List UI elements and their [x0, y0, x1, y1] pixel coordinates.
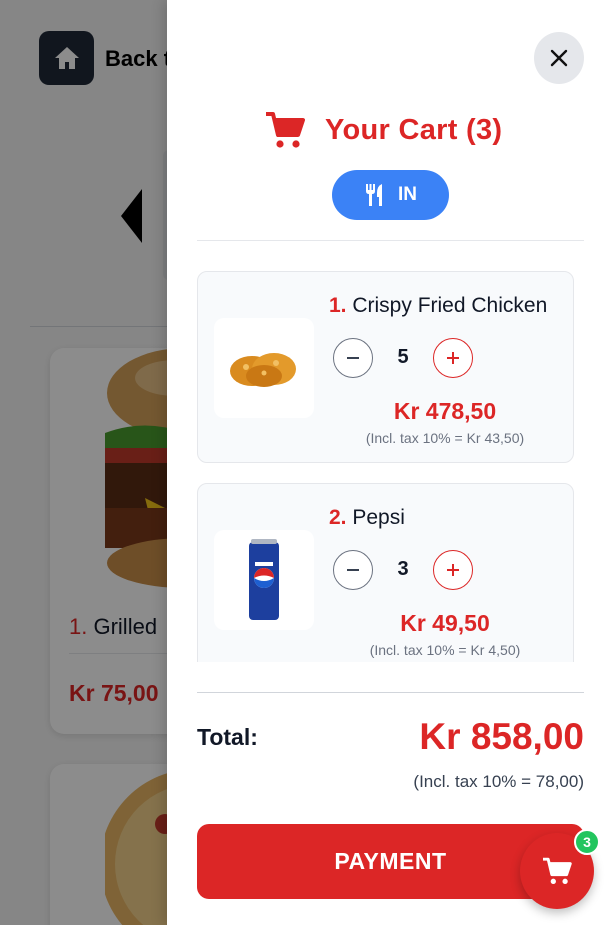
- pepsi-can-image: [249, 539, 279, 620]
- plus-icon: [447, 564, 459, 576]
- item-tax-note: (Incl. tax 10% = Kr 43,50): [365, 430, 525, 446]
- fried-chicken-image: [230, 353, 296, 387]
- cart-item: 1. Crispy Fried Chicken 5 Kr 478,50 (Inc…: [197, 271, 574, 463]
- cart-items-list[interactable]: 1. Crispy Fried Chicken 5 Kr 478,50 (Inc…: [197, 271, 577, 662]
- increase-quantity-button[interactable]: [433, 550, 473, 590]
- shopping-cart-icon: [543, 857, 572, 884]
- divider: [197, 240, 584, 241]
- item-image: [214, 530, 314, 630]
- fork-knife-icon: [366, 184, 382, 206]
- minus-icon: [347, 569, 359, 571]
- decrease-quantity-button[interactable]: [333, 550, 373, 590]
- total-label: Total:: [197, 724, 258, 750]
- item-quantity: 3: [397, 558, 409, 580]
- item-name: 2. Pepsi: [329, 506, 405, 529]
- cart-item: 2. Pepsi 3 Kr 49,50 (Incl. tax 10% = Kr …: [197, 483, 574, 662]
- shopping-cart-icon: [266, 112, 305, 148]
- item-name: 1. Crispy Fried Chicken: [329, 294, 548, 317]
- decrease-quantity-button[interactable]: [333, 338, 373, 378]
- item-quantity: 5: [397, 346, 409, 368]
- item-price: Kr 478,50: [393, 398, 497, 424]
- divider: [197, 692, 584, 693]
- cart-title: Your Cart (3): [325, 113, 503, 146]
- total-tax-note: (Incl. tax 10% = 78,00): [413, 772, 584, 791]
- increase-quantity-button[interactable]: [433, 338, 473, 378]
- close-button[interactable]: [534, 32, 584, 84]
- close-icon: [550, 49, 568, 67]
- cart-count-badge: 3: [574, 829, 600, 855]
- minus-icon: [347, 357, 359, 359]
- plus-icon: [447, 352, 459, 364]
- dine-in-toggle[interactable]: IN: [332, 170, 449, 220]
- dine-mode-label: IN: [398, 184, 417, 205]
- item-image: [214, 318, 314, 418]
- cart-header: Your Cart (3): [265, 106, 502, 154]
- total-value: Kr 858,00: [419, 716, 584, 757]
- cart-panel: Your Cart (3) IN 1. Crispy Fried Chicken: [167, 0, 611, 925]
- item-tax-note: (Incl. tax 10% = Kr 4,50): [369, 642, 521, 658]
- item-price: Kr 49,50: [400, 610, 490, 636]
